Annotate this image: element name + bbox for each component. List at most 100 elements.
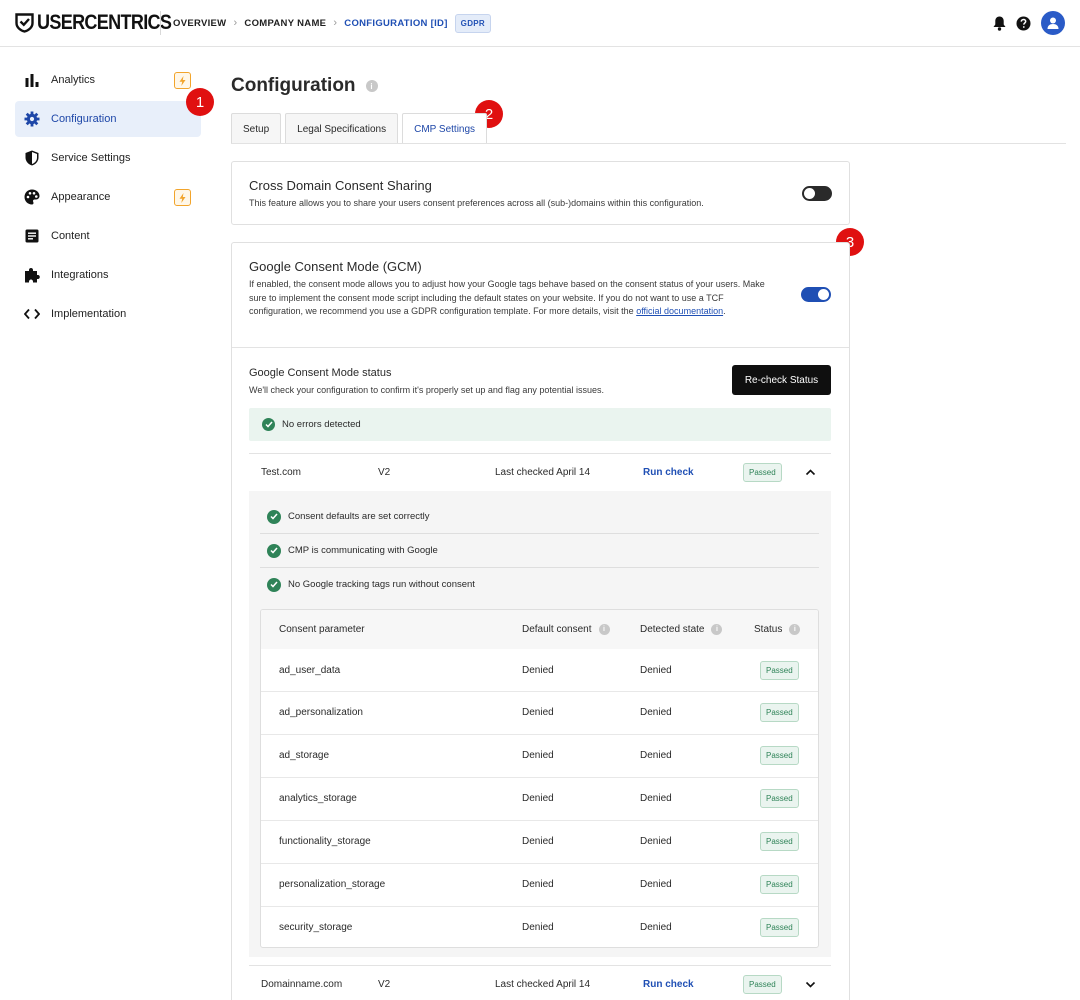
- chevron-down-icon[interactable]: [805, 979, 816, 990]
- gcm-toggle[interactable]: [801, 287, 831, 302]
- cell-detected: Denied: [640, 707, 672, 718]
- domain-details: Consent defaults are set correctly CMP i…: [249, 491, 831, 957]
- check-item: CMP is communicating with Google: [267, 534, 819, 567]
- domain-row[interactable]: Domainname.com V2 Last checked April 14 …: [249, 966, 831, 1000]
- cell-default: Denied: [522, 750, 554, 761]
- table-row: ad_user_data Denied Denied Passed: [261, 649, 818, 691]
- table-row: ad_personalization Denied Denied Passed: [261, 691, 818, 733]
- gcm-description-end: .: [723, 306, 726, 316]
- cell-default: Denied: [522, 922, 554, 933]
- sidebar-item-content[interactable]: Content: [15, 218, 201, 254]
- status-badge: Passed: [760, 660, 799, 680]
- tabs-divider: [231, 143, 1066, 144]
- consent-parameter-table: Consent parameter Default consent i Detec…: [260, 609, 819, 948]
- toggle-knob: [818, 289, 829, 300]
- user-avatar-icon[interactable]: [1041, 11, 1065, 35]
- sidebar-item-integrations[interactable]: Integrations: [15, 257, 201, 293]
- tabs: Setup Legal Specifications CMP Settings: [231, 113, 488, 144]
- recheck-status-button[interactable]: Re-check Status: [732, 365, 831, 395]
- info-icon[interactable]: i: [365, 80, 378, 92]
- usercentrics-shield-icon: [15, 13, 34, 33]
- cell-detected: Denied: [640, 836, 672, 847]
- gdpr-tag: GDPR: [454, 13, 491, 33]
- check-item-label: No Google tracking tags run without cons…: [288, 579, 475, 590]
- breadcrumb: OVERVIEW › COMPANY NAME › CONFIGURATION …: [173, 12, 491, 34]
- cell-detected: Denied: [640, 750, 672, 761]
- cross-domain-toggle[interactable]: [802, 186, 832, 201]
- chevron-up-icon[interactable]: [805, 467, 816, 478]
- no-errors-banner: No errors detected: [249, 408, 831, 441]
- cell-parameter: analytics_storage: [279, 793, 357, 804]
- sidebar-item-analytics[interactable]: Analytics: [15, 62, 201, 98]
- domain-row[interactable]: Test.com V2 Last checked April 14 Run ch…: [249, 454, 831, 491]
- breadcrumb-separator: ›: [233, 17, 238, 29]
- sidebar-item-label: Configuration: [51, 113, 117, 125]
- cell-parameter: personalization_storage: [279, 879, 386, 890]
- status-badge: Passed: [760, 875, 799, 894]
- gcm-status-title: Google Consent Mode status: [249, 367, 392, 379]
- header-label: Default consent: [522, 624, 592, 635]
- table-row: ad_storage Denied Denied Passed: [261, 734, 818, 776]
- gcm-title: Google Consent Mode (GCM): [249, 259, 422, 274]
- domain-version: V2: [378, 467, 391, 478]
- tab-setup[interactable]: Setup: [231, 113, 282, 144]
- cell-parameter: ad_personalization: [279, 707, 363, 718]
- domain-name: Domainname.com: [261, 979, 343, 990]
- cell-default: Denied: [522, 664, 554, 676]
- breadcrumb-separator: ›: [333, 17, 338, 29]
- sidebar-item-configuration[interactable]: Configuration: [15, 101, 201, 137]
- page-title-text: Configuration: [231, 75, 356, 96]
- logo[interactable]: USERCENTRICS: [15, 12, 193, 34]
- breadcrumb-company[interactable]: COMPANY NAME: [244, 18, 326, 29]
- table-header: Consent parameter Default consent i Detec…: [261, 610, 818, 649]
- run-check-button[interactable]: Run check: [643, 979, 694, 990]
- sidebar-item-appearance[interactable]: Appearance: [15, 179, 201, 215]
- puzzle-icon: [24, 267, 40, 283]
- cell-status: Passed: [760, 864, 799, 905]
- check-item-label: CMP is communicating with Google: [288, 545, 438, 556]
- sidebar-item-implementation[interactable]: Implementation: [15, 296, 201, 332]
- no-errors-text: No errors detected: [282, 419, 361, 430]
- cell-parameter: functionality_storage: [279, 836, 371, 847]
- palette-icon: [24, 189, 40, 205]
- check-circle-icon: [262, 418, 275, 431]
- tab-cmp-settings[interactable]: CMP Settings: [402, 113, 488, 144]
- status-badge: Passed: [760, 918, 799, 937]
- tab-legal-specifications[interactable]: Legal Specifications: [285, 113, 399, 144]
- cell-status: Passed: [760, 735, 799, 776]
- cell-status: Passed: [760, 907, 799, 947]
- cell-status: Passed: [760, 778, 799, 819]
- header-status: Status i: [754, 610, 801, 649]
- check-item-label: Consent defaults are set correctly: [288, 511, 430, 522]
- cell-default: Denied: [522, 707, 554, 718]
- sidebar-item-service-settings[interactable]: Service Settings: [15, 140, 201, 176]
- domain-name: Test.com: [261, 467, 302, 478]
- gcm-status-description: We'll check your configuration to confir…: [249, 385, 604, 395]
- cell-parameter: ad_user_data: [279, 664, 341, 676]
- info-icon[interactable]: i: [598, 624, 610, 635]
- breadcrumb-overview[interactable]: OVERVIEW: [173, 18, 226, 29]
- table-row: analytics_storage Denied Denied Passed: [261, 777, 818, 819]
- breadcrumb-configuration[interactable]: CONFIGURATION [ID]: [344, 18, 447, 29]
- document-icon: [24, 228, 40, 244]
- info-icon[interactable]: i: [789, 624, 801, 635]
- run-check-button[interactable]: Run check: [643, 467, 694, 478]
- sidebar-item-label: Implementation: [51, 308, 127, 320]
- cell-parameter: security_storage: [279, 922, 353, 933]
- help-icon[interactable]: [1015, 15, 1032, 32]
- info-icon[interactable]: i: [711, 624, 723, 635]
- cell-status: Passed: [760, 821, 799, 862]
- sidebar: Analytics Configuration Service Settings…: [15, 62, 201, 335]
- status-badge: Passed: [760, 746, 799, 765]
- check-item: Consent defaults are set correctly: [267, 500, 819, 533]
- shield-icon: [24, 150, 40, 166]
- annotation-marker-1: 1: [186, 88, 214, 116]
- bell-icon[interactable]: [991, 15, 1008, 32]
- official-documentation-link[interactable]: official documentation: [636, 306, 723, 316]
- bolt-icon: [174, 189, 191, 206]
- cell-status: Passed: [760, 649, 799, 691]
- status-badge: Passed: [760, 703, 799, 722]
- cell-default: Denied: [522, 793, 554, 804]
- table-row: personalization_storage Denied Denied Pa…: [261, 863, 818, 905]
- table-row: functionality_storage Denied Denied Pass…: [261, 820, 818, 862]
